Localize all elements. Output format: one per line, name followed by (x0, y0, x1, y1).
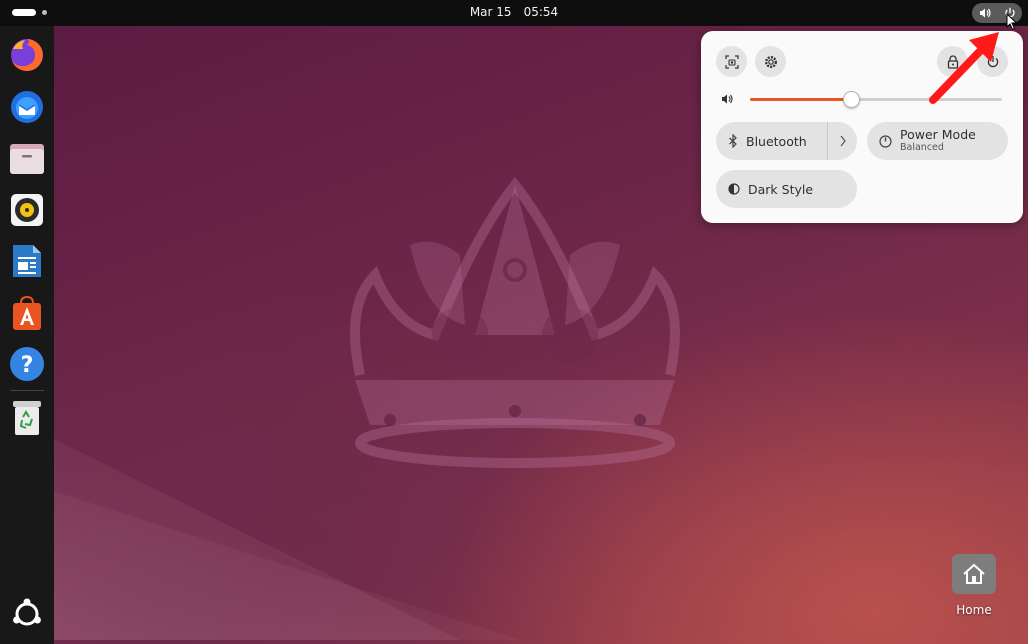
dock-item-thunderbird[interactable] (7, 87, 47, 127)
show-apps-button[interactable] (7, 594, 47, 634)
bluetooth-toggle[interactable]: Bluetooth (716, 122, 857, 160)
dock-item-trash[interactable] (7, 398, 47, 438)
clock[interactable]: Mar 15 05:54 (0, 5, 1028, 19)
dock-item-files[interactable] (7, 138, 47, 178)
dark-style-label: Dark Style (748, 181, 814, 197)
speaker-icon (722, 94, 733, 104)
screenshot-icon (724, 54, 739, 69)
dock-separator (10, 390, 44, 391)
screenshot-button[interactable] (716, 46, 747, 77)
trash-icon (13, 401, 41, 435)
rhythmbox-icon (11, 194, 43, 226)
dock: ? (0, 26, 54, 644)
help-glyph: ? (21, 353, 34, 378)
top-bar: Mar 15 05:54 (0, 0, 1028, 26)
speaker-icon (979, 8, 991, 18)
writer-icon (13, 245, 41, 277)
home-folder-icon (952, 554, 996, 594)
mouse-cursor-icon (1006, 13, 1018, 31)
bluetooth-label: Bluetooth (746, 133, 807, 149)
power-mode-label: Power Mode (900, 127, 976, 143)
chevron-right-icon (840, 135, 846, 147)
dark-style-toggle[interactable]: Dark Style (716, 170, 857, 208)
dock-item-app-center[interactable] (7, 293, 47, 333)
dock-item-libreoffice-writer[interactable] (7, 241, 47, 281)
dark-style-icon (728, 183, 740, 195)
firefox-icon (11, 39, 43, 71)
dock-item-firefox[interactable] (7, 35, 47, 75)
crown-watermark-logo (350, 176, 680, 468)
desktop-home-folder[interactable]: Home (945, 550, 1003, 618)
thunderbird-icon (11, 91, 43, 123)
home-folder-label: Home (956, 603, 992, 617)
power-mode-sublabel: Balanced (900, 141, 944, 153)
settings-icon (764, 55, 777, 68)
clock-time: 05:54 (523, 5, 559, 19)
app-center-icon (13, 295, 41, 330)
annotation-arrow-icon (929, 32, 999, 104)
ubuntu-logo-icon (13, 598, 41, 626)
settings-button[interactable] (755, 46, 786, 77)
volume-slider-fill (750, 98, 851, 101)
dock-item-help[interactable]: ? (7, 344, 47, 384)
bluetooth-icon (728, 134, 738, 148)
power-mode-icon (879, 134, 892, 148)
clock-date: Mar 15 (469, 5, 512, 19)
help-icon: ? (10, 347, 44, 381)
dock-item-rhythmbox[interactable] (7, 190, 47, 230)
files-icon (10, 144, 44, 174)
bluetooth-menu-button[interactable] (827, 122, 857, 160)
volume-slider-handle[interactable] (842, 91, 860, 108)
power-mode-toggle[interactable]: Power Mode Balanced (867, 122, 1008, 160)
